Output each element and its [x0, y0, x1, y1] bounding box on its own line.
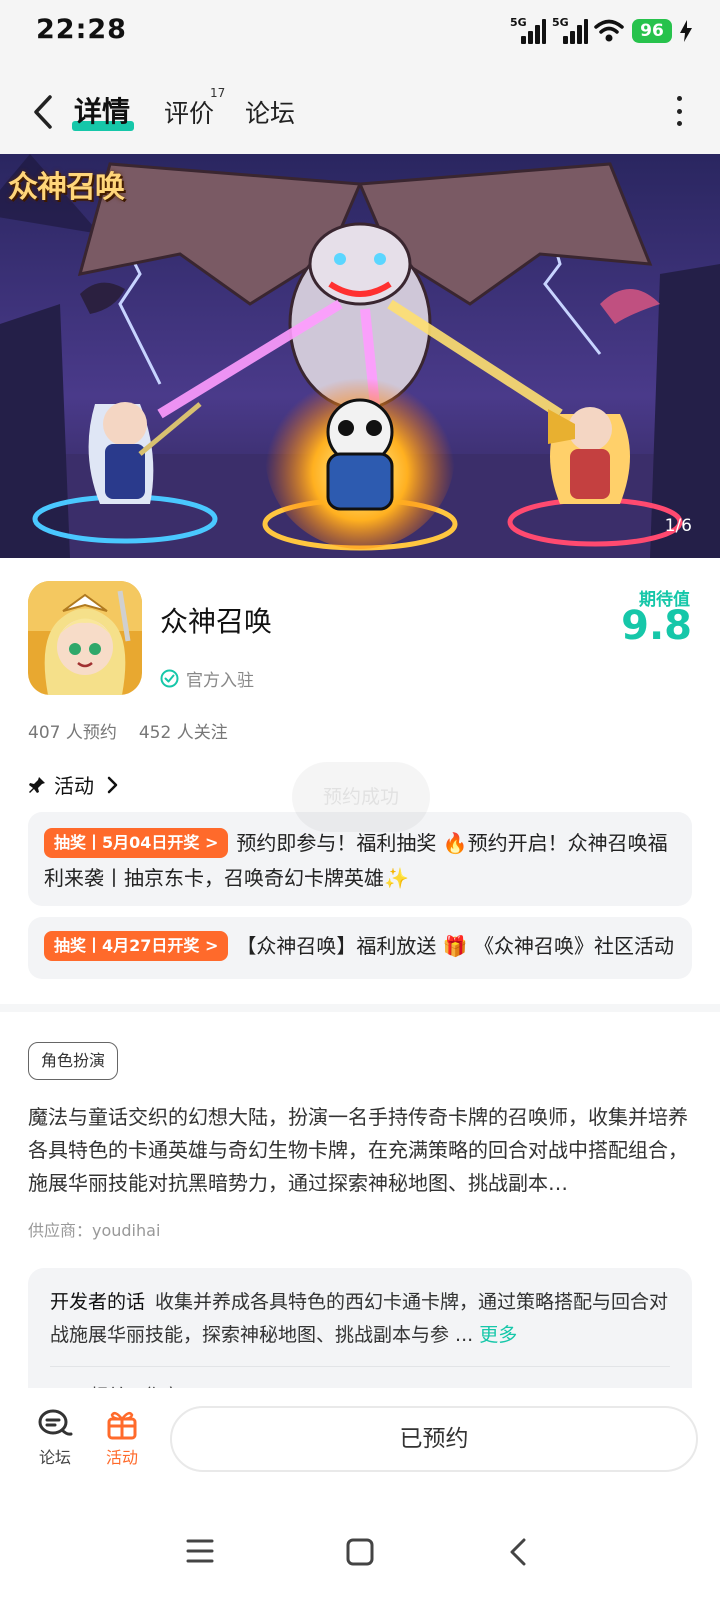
banner-page-indicator: 1/6: [664, 516, 692, 536]
expectation-score: 9.8: [621, 603, 692, 649]
system-nav-bar: [0, 1500, 720, 1601]
activity-card[interactable]: 抽奖丨4月27日开奖 > 【众神召唤】福利放送 🎁 《众神召唤》社区活动: [28, 917, 692, 979]
reviews-count-badge: 17: [210, 86, 226, 100]
forum-button[interactable]: 论坛: [25, 1408, 85, 1468]
reserved-button[interactable]: 已预约: [170, 1406, 698, 1472]
official-label: 官方入驻: [186, 671, 254, 691]
battery-icon: 96: [632, 19, 672, 43]
toast-message: 预约成功: [292, 762, 430, 832]
app-stats: 407 人预约 452 人关注: [28, 718, 228, 743]
app-icon: [28, 581, 142, 695]
lottery-tag: 抽奖丨4月27日开奖 >: [44, 931, 229, 961]
bottom-action-bar: 论坛 活动 已预约: [0, 1388, 720, 1500]
chat-bubble-icon: [38, 1409, 73, 1436]
network-type-label: 5G: [552, 16, 569, 29]
activity-title: 活动: [54, 774, 94, 798]
gift-icon: [107, 1411, 137, 1440]
back-icon[interactable]: [508, 1538, 528, 1566]
lottery-tag: 抽奖丨5月04日开奖 >: [44, 828, 229, 858]
reservation-count: 407 人预约: [28, 723, 117, 743]
network-type-label: 5G: [510, 16, 527, 29]
charging-icon: [680, 20, 692, 42]
status-bar: 22:28 5G 5G 96: [0, 0, 720, 70]
official-badge: 官方入驻: [160, 666, 254, 691]
app-icon-image: [28, 581, 142, 695]
check-circle-icon: [160, 669, 179, 688]
home-icon[interactable]: [346, 1538, 374, 1566]
activity-button[interactable]: 活动: [92, 1408, 152, 1468]
developer-notes-label: 开发者的话: [50, 1291, 146, 1313]
activity-text: 【众神召唤】福利放送 🎁 《众神召唤》社区活动: [236, 934, 675, 958]
tab-reviews[interactable]: 评价: [164, 94, 214, 130]
divider: [50, 1366, 670, 1367]
banner-image: [0, 154, 720, 558]
vendor-label: 供应商：youdihai: [28, 1221, 161, 1240]
pin-icon: [29, 776, 45, 793]
game-description[interactable]: 魔法与童话交织的幻想大陆，扮演一名手持传奇卡牌的召唤师，收集并培养各具特色的卡通…: [28, 1101, 694, 1201]
status-icons: 5G 5G 96: [510, 16, 692, 44]
tab-forum[interactable]: 论坛: [245, 94, 295, 130]
activity-header[interactable]: 活动: [28, 770, 118, 799]
top-nav: 详情 评价 17 论坛: [0, 70, 720, 154]
follower-count: 452 人关注: [138, 723, 228, 743]
signal-icon: 5G: [552, 16, 588, 44]
section-divider: [0, 1004, 720, 1012]
forum-label: 论坛: [38, 1448, 71, 1467]
tab-details[interactable]: 详情: [74, 90, 130, 130]
more-link[interactable]: 更多: [479, 1324, 517, 1346]
signal-icon: 5G: [510, 16, 546, 44]
menu-icon[interactable]: [186, 1538, 214, 1564]
activity-label: 活动: [105, 1448, 138, 1467]
app-title: 众神召唤: [160, 605, 273, 638]
status-time: 22:28: [36, 14, 127, 45]
genre-tag[interactable]: 角色扮演: [28, 1042, 119, 1080]
banner-carousel[interactable]: 众神召唤 1/6: [0, 154, 720, 558]
banner-game-logo: 众神召唤: [8, 170, 125, 205]
chevron-right-icon: [107, 776, 118, 793]
more-options-button[interactable]: [674, 96, 684, 126]
wifi-icon: [594, 19, 624, 42]
developer-notes-card[interactable]: 开发者的话 收集并养成各具特色的西幻卡通卡牌，通过策略搭配与回合对战施展华丽技能，…: [28, 1268, 692, 1398]
chevron-left-icon: [34, 95, 52, 129]
back-button[interactable]: [28, 90, 58, 134]
